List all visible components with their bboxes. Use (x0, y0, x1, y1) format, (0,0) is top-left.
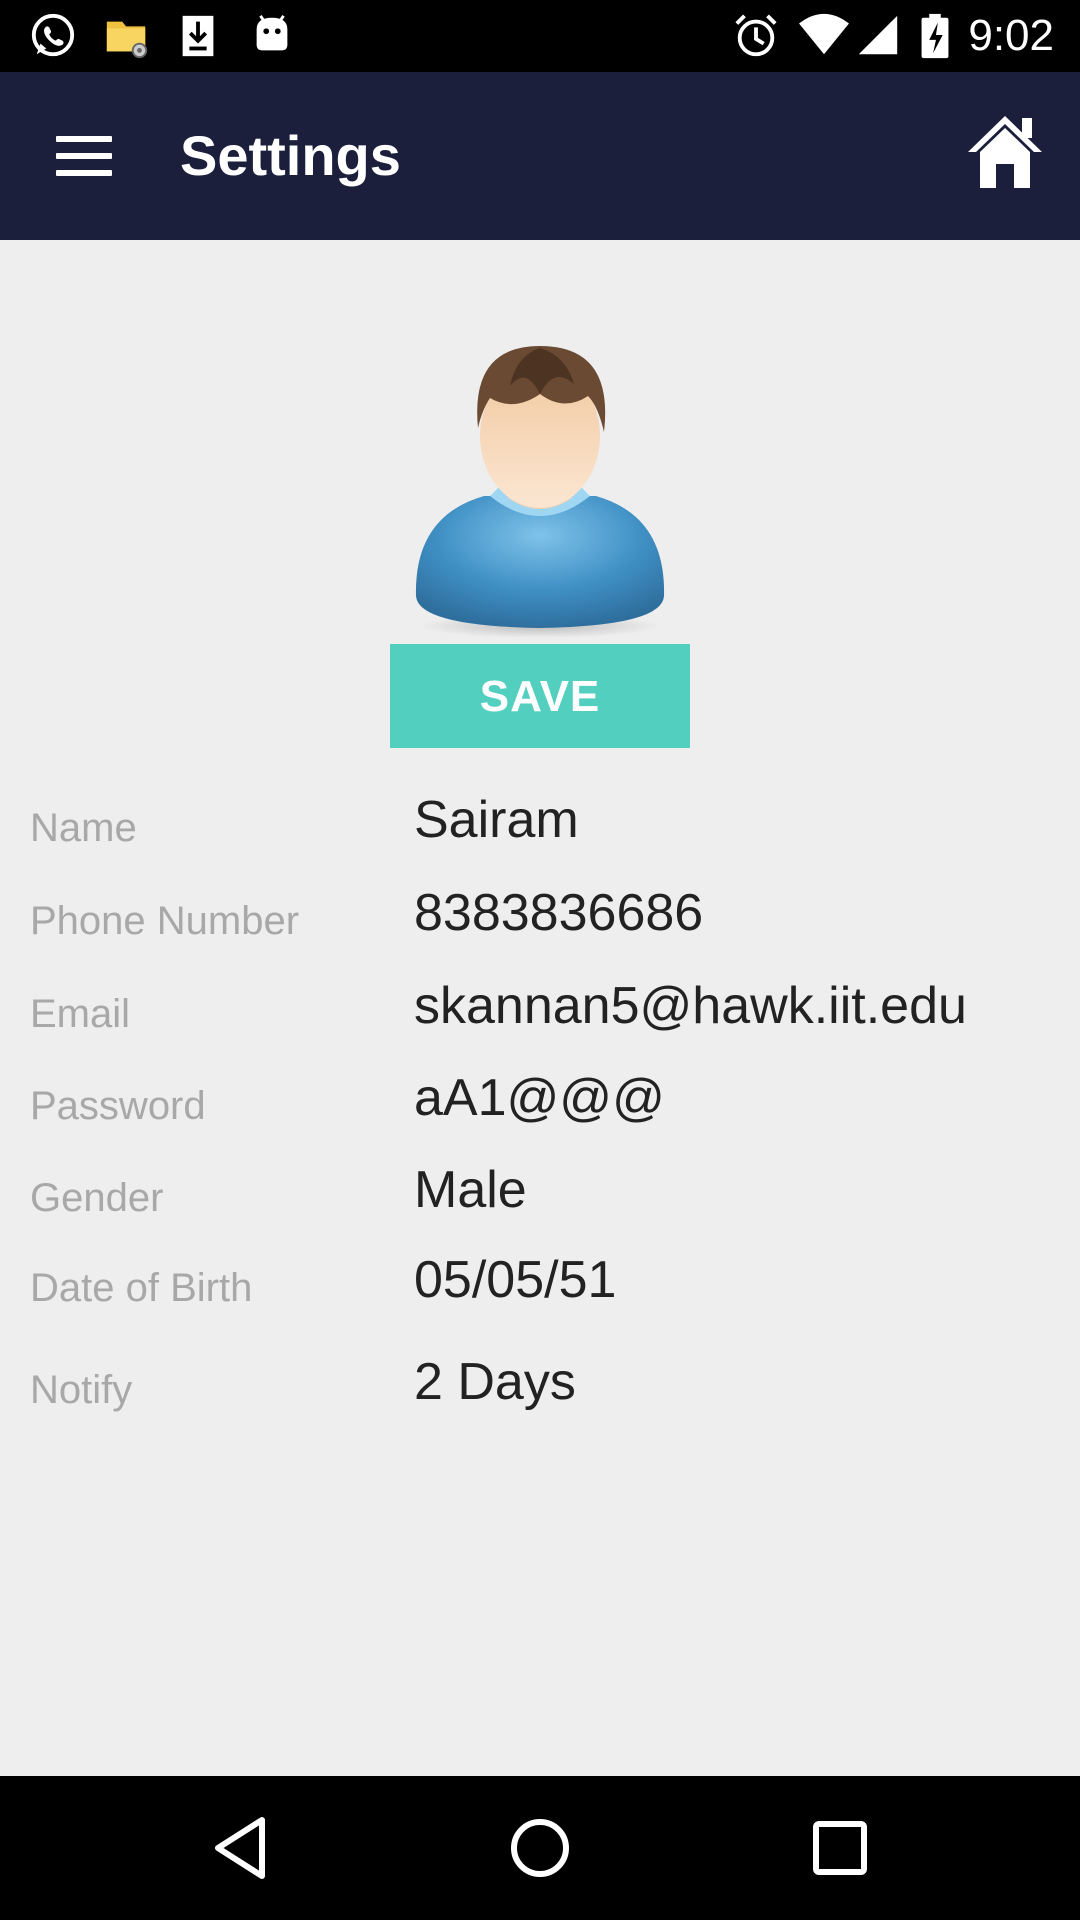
notify-label: Notify (30, 1368, 133, 1412)
gender-value[interactable]: Male (414, 1160, 527, 1220)
home-icon (968, 116, 1042, 188)
field-row-password: Password aA1@@@ (0, 1068, 1080, 1148)
name-value[interactable]: Sairam (414, 790, 579, 850)
phone-number-value[interactable]: 8383836686 (414, 883, 703, 943)
field-row-email: Email skannan5@hawk.iit.edu (0, 976, 1080, 1056)
field-row-notify: Notify 2 Days (0, 1352, 1080, 1432)
cell-signal-icon (858, 15, 898, 55)
gender-label: Gender (30, 1176, 164, 1220)
hamburger-menu-icon-line (56, 153, 112, 159)
clock: 9:02 (968, 11, 1054, 60)
system-nav-bar (0, 1776, 1080, 1920)
date-of-birth-label: Date of Birth (30, 1266, 253, 1310)
hamburger-menu-icon-line (56, 170, 112, 176)
email-label: Email (30, 992, 131, 1036)
battery-charging-icon (921, 13, 949, 59)
file-manager-icon (106, 21, 148, 59)
download-icon (182, 15, 214, 57)
password-value[interactable]: aA1@@@ (414, 1068, 665, 1128)
field-row-name: Name Sairam (0, 790, 1080, 870)
home-circle-icon[interactable] (498, 1806, 582, 1890)
user-avatar[interactable] (404, 336, 676, 646)
recents-icon[interactable] (798, 1806, 882, 1890)
notify-value[interactable]: 2 Days (414, 1352, 576, 1412)
phone-number-label: Phone Number (30, 899, 300, 943)
settings-screen: 9:02 Settings SAVE Name Sairam Phone Num… (0, 0, 1080, 1920)
wifi-icon (799, 13, 849, 55)
android-icon (256, 15, 288, 51)
date-of-birth-value[interactable]: 05/05/51 (414, 1250, 616, 1310)
save-button[interactable]: SAVE (390, 644, 690, 748)
app-toolbar: Settings (0, 72, 1080, 240)
page-title: Settings (180, 124, 401, 187)
hamburger-menu-icon (56, 136, 112, 142)
password-label: Password (30, 1084, 206, 1128)
field-row-gender: Gender Male (0, 1160, 1080, 1240)
whatsapp-icon (31, 13, 75, 57)
menu-button[interactable] (40, 116, 130, 196)
field-row-dob: Date of Birth 05/05/51 (0, 1250, 1080, 1330)
home-button[interactable] (960, 108, 1050, 198)
email-value[interactable]: skannan5@hawk.iit.edu (414, 976, 967, 1036)
field-row-phone: Phone Number 8383836686 (0, 883, 1080, 963)
alarm-icon (735, 14, 777, 57)
name-label: Name (30, 806, 137, 850)
status-bar: 9:02 (0, 0, 1080, 72)
back-icon[interactable] (200, 1806, 284, 1890)
